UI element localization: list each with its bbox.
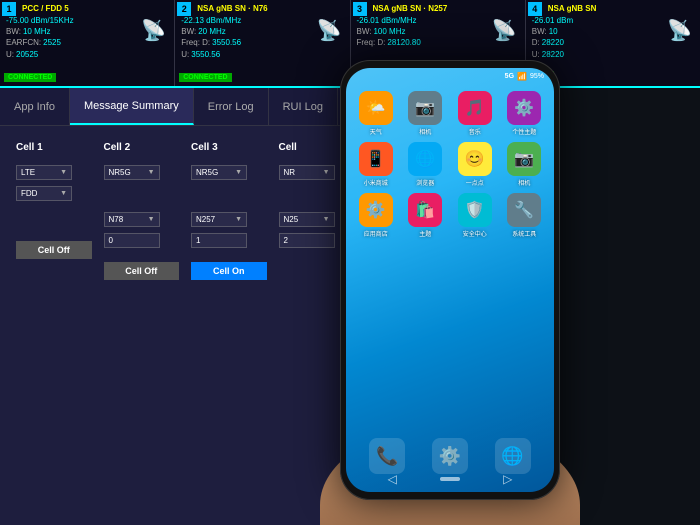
app-icon-shop[interactable]: 🛍️ 主题: [404, 193, 448, 238]
cell-1-button[interactable]: Cell Off: [16, 241, 92, 259]
cell-2-fields: NR5G ▼ N78 ▼ 0 Cell Off: [104, 165, 180, 280]
cell-2-col: Cell 2 NR5G ▼ N78 ▼ 0 Cell Off: [104, 142, 180, 280]
antenna-icon-4: 📡: [667, 18, 692, 43]
cell-1-fields: LTE ▼ FDD ▼ Cell Off: [16, 165, 92, 259]
app-icon-xiaomi[interactable]: 📱 小米商城: [354, 142, 398, 187]
cell-1-mode-select[interactable]: LTE ▼: [16, 165, 72, 180]
cell-2-label: Cell 2: [104, 142, 180, 153]
phone-status-icons: 5G 📶 95%: [505, 72, 544, 81]
dock-browser[interactable]: 🌐: [495, 438, 531, 474]
phone-nav: ◁ ▷: [346, 470, 554, 488]
cell-2-mode-select[interactable]: NR5G ▼: [104, 165, 160, 180]
dock-settings[interactable]: ⚙️: [432, 438, 468, 474]
phone-body: 5G 📶 95% 🌤️ 天气 📷 相机 🎵 音乐: [340, 60, 560, 500]
panel-1-number: 1: [2, 2, 16, 16]
app-icon-store[interactable]: ⚙️ 应用商店: [354, 193, 398, 238]
panel-2-status: CONNECTED: [179, 73, 231, 82]
app-icon-theme[interactable]: ⚙️ 个性主题: [503, 91, 547, 136]
panel-2-header: NSA gNB SN · N76: [197, 4, 343, 13]
app-icon-smile[interactable]: 😊 一点点: [453, 142, 497, 187]
cell-3-col: Cell 3 NR5G ▼ N257 ▼ 1 Cell On: [191, 142, 267, 280]
antenna-icon-2: 📡: [317, 18, 342, 43]
cell-3-fields: NR5G ▼ N257 ▼ 1 Cell On: [191, 165, 267, 280]
phone-screen[interactable]: 5G 📶 95% 🌤️ 天气 📷 相机 🎵 音乐: [346, 68, 554, 492]
phone-battery: 95%: [530, 73, 544, 80]
phone-dock: 📞 ⚙️ 🌐: [346, 438, 554, 474]
tab-bar: App Info Message Summary Error Log RUI L…: [0, 88, 360, 126]
phone-status-bar: 5G 📶 95%: [346, 68, 554, 85]
panel-1-status: CONNECTED: [4, 73, 56, 82]
panel-1: 1 PCC / FDD 5 -75.00 dBm/15KHz BW:10 MHz…: [0, 0, 175, 86]
cell-3-band-select[interactable]: N257 ▼: [191, 212, 247, 227]
cell-3-button[interactable]: Cell On: [191, 262, 267, 280]
nav-recent[interactable]: ▷: [503, 472, 512, 486]
panel-2-number: 2: [177, 2, 191, 16]
app-icon-music[interactable]: 🎵 音乐: [453, 91, 497, 136]
cell-2-button[interactable]: Cell Off: [104, 262, 180, 280]
app-grid: 🌤️ 天气 📷 相机 🎵 音乐 ⚙️ 个性主题 📱 小米商城: [346, 85, 554, 244]
app-icon-security[interactable]: 🛡️ 安全中心: [453, 193, 497, 238]
antenna-icon-3: 📡: [492, 18, 517, 43]
tab-app-info[interactable]: App Info: [0, 88, 70, 125]
tab-message-summary[interactable]: Message Summary: [70, 88, 194, 125]
nav-home[interactable]: [440, 477, 460, 481]
antenna-icon-1: 📡: [141, 18, 166, 43]
phone-wifi-icon: 📶: [517, 72, 527, 81]
panel-1-header: PCC / FDD 5: [22, 4, 168, 13]
nav-back[interactable]: ◁: [388, 472, 397, 486]
cell-3-label: Cell 3: [191, 142, 267, 153]
cell-1-col: Cell 1 LTE ▼ FDD ▼ Cell Off: [16, 142, 92, 280]
tab-error-log[interactable]: Error Log: [194, 88, 269, 125]
cell-1-label: Cell 1: [16, 142, 92, 153]
phone-wrapper: 5G 📶 95% 🌤️ 天气 📷 相机 🎵 音乐: [310, 60, 590, 510]
panel-4-header: NSA gNB SN: [548, 4, 694, 13]
app-icon-weather[interactable]: 🌤️ 天气: [354, 91, 398, 136]
app-icon-tools[interactable]: 🔧 系统工具: [503, 193, 547, 238]
cell-2-id-input[interactable]: 0: [104, 233, 160, 248]
cell-1-submode-select[interactable]: FDD ▼: [16, 186, 72, 201]
panel-3-number: 3: [353, 2, 367, 16]
app-icon-cam2[interactable]: 📷 相机: [503, 142, 547, 187]
panel-3-header: NSA gNB SN · N257: [373, 4, 519, 13]
app-icon-browser[interactable]: 🌐 浏览器: [404, 142, 448, 187]
dock-phone[interactable]: 📞: [369, 438, 405, 474]
panel-4-number: 4: [528, 2, 542, 16]
cell-3-id-input[interactable]: 1: [191, 233, 247, 248]
cell-2-band-select[interactable]: N78 ▼: [104, 212, 160, 227]
phone-5g-icon: 5G: [505, 73, 514, 80]
cell-3-mode-select[interactable]: NR5G ▼: [191, 165, 247, 180]
cell-grid: Cell 1 LTE ▼ FDD ▼ Cell Off Cell 2 NR5G: [16, 142, 354, 280]
app-icon-camera[interactable]: 📷 相机: [404, 91, 448, 136]
